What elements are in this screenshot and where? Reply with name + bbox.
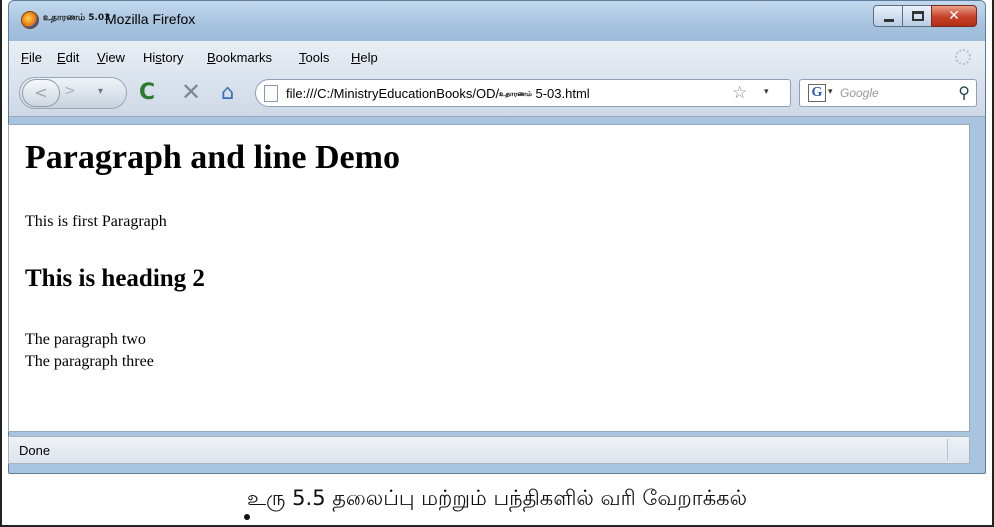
url-dropdown-icon[interactable]: ▾	[764, 87, 769, 97]
menu-view[interactable]: View	[97, 50, 125, 65]
back-button[interactable]: <	[22, 79, 60, 107]
search-input[interactable]	[840, 84, 940, 102]
menu-bookmarks[interactable]: Bookmarks	[207, 50, 272, 65]
search-engine-dropdown-icon[interactable]: ▾	[828, 87, 833, 97]
menu-bar: File Edit View History Bookmarks Tools H…	[9, 41, 985, 71]
throbber-icon	[955, 49, 971, 65]
history-dropdown-button[interactable]: ▾	[98, 86, 103, 97]
minimize-icon	[884, 19, 894, 22]
minimize-button[interactable]	[873, 5, 903, 27]
menu-edit[interactable]: Edit	[57, 50, 79, 65]
page-heading-2: This is heading 2	[25, 265, 205, 292]
url-suffix: 5-03.html	[531, 86, 590, 101]
menu-history[interactable]: History	[143, 50, 183, 65]
bookmark-star-icon[interactable]: ☆	[732, 83, 747, 103]
figure-caption: உரு 5.5 தலைப்பு மற்றும் பந்திகளில் வரி வ…	[246, 486, 747, 510]
stop-button[interactable]: ✕	[181, 80, 201, 104]
status-bar: Done	[8, 436, 970, 464]
firefox-icon	[21, 11, 39, 29]
menu-tools[interactable]: Tools	[299, 50, 329, 65]
reload-button[interactable]: C	[139, 82, 155, 104]
title-bar: உதாரணம் 5.03 Mozilla Firefox ✕	[9, 1, 985, 41]
page-icon	[264, 85, 278, 102]
paragraph-2-line-2: The paragraph three	[25, 353, 154, 370]
address-bar[interactable]: file:///C:/MinistryEducationBooks/OD/உதா…	[255, 79, 791, 107]
close-icon: ✕	[948, 8, 960, 24]
navigation-toolbar: < > ▾ C ✕ ⌂ file:///C:/MinistryEducation…	[9, 71, 985, 117]
paragraph-2: The paragraph two The paragraph three	[25, 329, 154, 373]
status-text: Done	[19, 443, 51, 458]
menu-help[interactable]: Help	[351, 50, 378, 65]
window-controls: ✕	[873, 5, 977, 27]
window-title-prefix: உதாரணம் 5.03	[43, 13, 111, 23]
search-box: G ▾ ⚲	[799, 79, 977, 107]
forward-button[interactable]: >	[64, 83, 76, 99]
resize-grip-icon[interactable]	[947, 439, 967, 461]
maximize-button[interactable]	[902, 5, 932, 27]
home-button[interactable]: ⌂	[221, 81, 234, 103]
caption-dot	[244, 514, 250, 520]
paragraph-1: This is first Paragraph	[25, 213, 167, 230]
url-text[interactable]: file:///C:/MinistryEducationBooks/OD/உதா…	[286, 86, 590, 101]
paragraph-2-line-1: The paragraph two	[25, 331, 146, 348]
close-button[interactable]: ✕	[931, 5, 977, 27]
url-tamil-segment: உதாரணம்	[499, 90, 532, 99]
back-forward-group: < > ▾	[19, 77, 127, 109]
window-title: Mozilla Firefox	[105, 11, 196, 27]
menu-file[interactable]: File	[21, 50, 42, 65]
search-icon[interactable]: ⚲	[958, 83, 970, 102]
url-prefix: file:///C:/MinistryEducationBooks/OD/	[286, 86, 500, 101]
maximize-icon	[912, 11, 924, 21]
page-heading-1: Paragraph and line Demo	[25, 139, 400, 176]
page-content: Paragraph and line Demo This is first Pa…	[8, 124, 970, 432]
search-engine-icon[interactable]: G	[808, 84, 826, 102]
